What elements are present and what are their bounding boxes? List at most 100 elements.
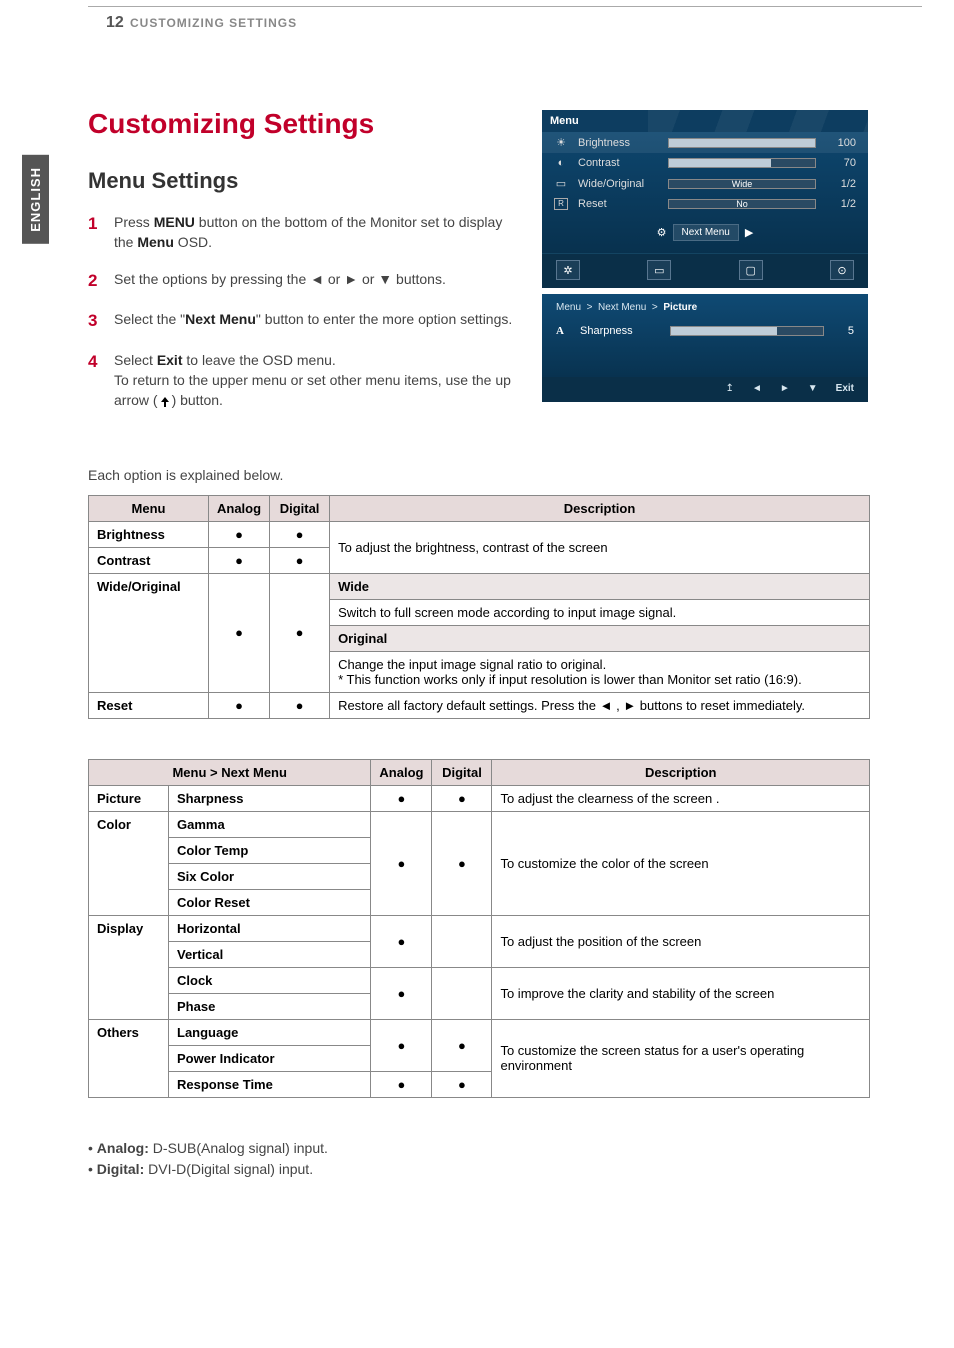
cell-analog: ●: [209, 573, 270, 692]
cell-analog: ●: [371, 1019, 432, 1071]
cell-desc: To customize the screen status for a use…: [492, 1019, 870, 1097]
col-menu: Menu: [89, 495, 209, 521]
table-row: Others Language ● ● To customize the scr…: [89, 1019, 870, 1045]
cell-item: Phase: [169, 993, 371, 1019]
step-body: Select the "Next Menu" button to enter t…: [114, 309, 518, 329]
cell-digital: [432, 967, 492, 1019]
col-analog: Analog: [371, 759, 432, 785]
cell-desc: To customize the color of the screen: [492, 811, 870, 915]
cell-desc: Switch to full screen mode according to …: [330, 599, 870, 625]
cell-label: Horizontal: [177, 921, 241, 936]
cell-analog: ●: [371, 785, 432, 811]
options-table-2: Menu > Next Menu Analog Digital Descript…: [88, 759, 870, 1098]
cell-subhead: Original: [330, 625, 870, 651]
cell-desc: To improve the clarity and stability of …: [492, 967, 870, 1019]
cell-analog: ●: [209, 521, 270, 547]
steps-list: 1 Press MENU button on the bottom of the…: [88, 212, 518, 411]
cell-label: Color Reset: [177, 895, 250, 910]
cell-label: Display: [97, 921, 143, 936]
note-text: DVI-D(Digital signal) input.: [144, 1161, 313, 1177]
step-3: 3 Select the "Next Menu" button to enter…: [88, 309, 518, 334]
cell-menu: Reset: [89, 692, 209, 718]
col-description: Description: [330, 495, 870, 521]
table-row: Brightness ● ● To adjust the brightness,…: [89, 521, 870, 547]
note-analog: Analog: D-SUB(Analog signal) input.: [88, 1138, 870, 1159]
options-table-1: Menu Analog Digital Description Brightne…: [88, 495, 870, 719]
cell-label: Others: [97, 1025, 139, 1040]
cell-label: Color Temp: [177, 843, 248, 858]
running-header: CUSTOMIZING SETTINGS: [130, 16, 297, 30]
cell-label: Color: [97, 817, 131, 832]
cell-item: Sharpness: [169, 785, 371, 811]
cell-label: Six Color: [177, 869, 234, 884]
cell-digital: [432, 915, 492, 967]
cell-item: Six Color: [169, 863, 371, 889]
cell-desc: To adjust the clearness of the screen .: [492, 785, 870, 811]
step-bold: Next Menu: [185, 311, 256, 327]
cell-group: Others: [89, 1019, 169, 1097]
step-bold: Menu: [137, 234, 174, 250]
step-text: Select: [114, 352, 157, 368]
cell-label: Response Time: [177, 1077, 273, 1092]
cell-item: Color Temp: [169, 837, 371, 863]
cell-analog: ●: [371, 967, 432, 1019]
cell-label: Sharpness: [177, 791, 243, 806]
header-rule: [88, 6, 922, 7]
cell-menu: Contrast: [89, 547, 209, 573]
table-header-row: Menu Analog Digital Description: [89, 495, 870, 521]
page-number: 12: [106, 14, 124, 32]
cell-label: Clock: [177, 973, 212, 988]
cell-item: Clock: [169, 967, 371, 993]
step-body: Set the options by pressing the ◄ or ► o…: [114, 269, 518, 289]
note-label: Digital:: [97, 1161, 144, 1177]
note-label: Analog:: [97, 1140, 149, 1156]
step-bold: MENU: [154, 214, 195, 230]
step-body: Press MENU button on the bottom of the M…: [114, 212, 518, 253]
col-menu: Menu > Next Menu: [89, 759, 371, 785]
cell-digital: ●: [270, 692, 330, 718]
note-digital: Digital: DVI-D(Digital signal) input.: [88, 1159, 870, 1180]
table-row: Picture Sharpness ● ● To adjust the clea…: [89, 785, 870, 811]
cell-menu: Wide/Original: [89, 573, 209, 692]
step-body: Select Exit to leave the OSD menu. To re…: [114, 350, 518, 411]
cell-digital: ●: [432, 811, 492, 915]
cell-label: Picture: [97, 791, 141, 806]
col-digital: Digital: [432, 759, 492, 785]
cell-label: Power Indicator: [177, 1051, 275, 1066]
cell-item: Vertical: [169, 941, 371, 967]
explain-text: Each option is explained below.: [88, 467, 870, 483]
page-title: Customizing Settings: [88, 108, 870, 140]
cell-analog: ●: [371, 811, 432, 915]
cell-subhead: Wide: [330, 573, 870, 599]
step-bold: Exit: [157, 352, 183, 368]
step-number: 2: [88, 269, 104, 294]
cell-item: Power Indicator: [169, 1045, 371, 1071]
cell-label: Vertical: [177, 947, 223, 962]
step-number: 3: [88, 309, 104, 334]
cell-digital: ●: [270, 521, 330, 547]
cell-analog: ●: [209, 547, 270, 573]
cell-digital: ●: [432, 785, 492, 811]
cell-digital: ●: [432, 1071, 492, 1097]
language-tab: ENGLISH: [22, 155, 49, 244]
cell-label: Language: [177, 1025, 238, 1040]
step-text: Select the ": [114, 311, 185, 327]
cell-desc: Restore all factory default settings. Pr…: [330, 692, 870, 718]
step-4: 4 Select Exit to leave the OSD menu. To …: [88, 350, 518, 411]
col-description: Description: [492, 759, 870, 785]
up-arrow-return-icon: [158, 395, 172, 409]
cell-item: Color Reset: [169, 889, 371, 915]
step-text: " button to enter the more option settin…: [256, 311, 512, 327]
cell-desc: Change the input image signal ratio to o…: [330, 651, 870, 692]
step-1: 1 Press MENU button on the bottom of the…: [88, 212, 518, 253]
cell-item: Language: [169, 1019, 371, 1045]
col-analog: Analog: [209, 495, 270, 521]
table-header-row: Menu > Next Menu Analog Digital Descript…: [89, 759, 870, 785]
table-row: Clock ● To improve the clarity and stabi…: [89, 967, 870, 993]
step-text: to leave the OSD menu.: [183, 352, 336, 368]
cell-analog: ●: [371, 915, 432, 967]
cell-label: Contrast: [97, 553, 150, 568]
step-text: ) button.: [172, 392, 223, 408]
cell-desc: To adjust the position of the screen: [492, 915, 870, 967]
cell-label: Reset: [97, 698, 132, 713]
